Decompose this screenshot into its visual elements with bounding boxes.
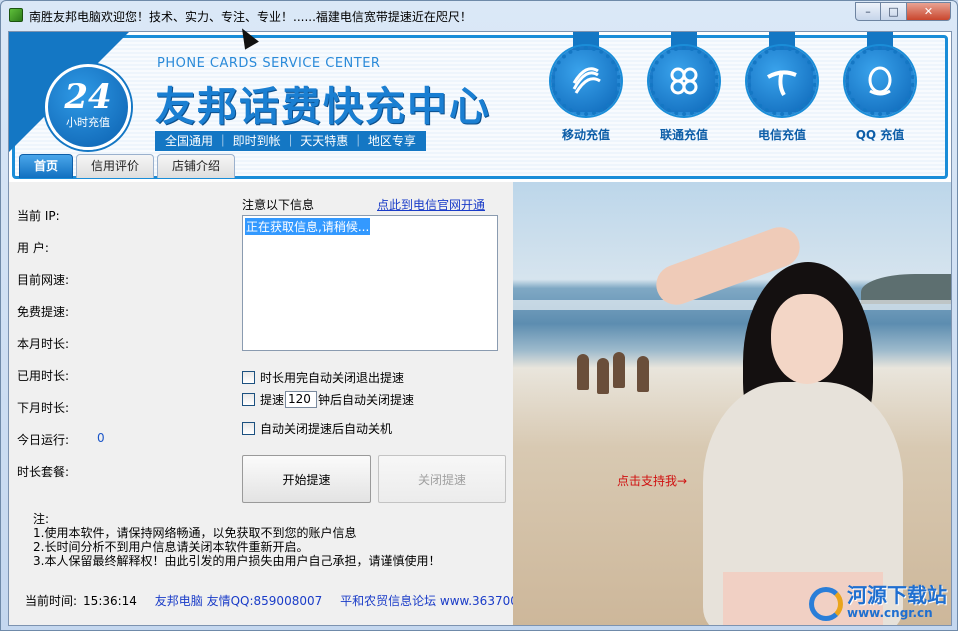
next-month-label: 下月时长: (17, 401, 70, 415)
china-telecom-icon (747, 46, 817, 116)
support-me-link[interactable]: 点击支持我→ (617, 472, 687, 489)
banner-english-subtitle: PHONE CARDS SERVICE CENTER (157, 56, 381, 71)
close-button[interactable]: ✕ (907, 2, 951, 21)
banner-title: 友邦话费快充中心 (155, 84, 491, 130)
stop-speedup-button[interactable]: 关闭提速 (378, 455, 506, 503)
tab-home[interactable]: 首页 (19, 154, 74, 178)
info-textbox[interactable]: 正在获取信息,请稍候... (242, 215, 498, 351)
title-bar[interactable]: 南胜友邦电脑欢迎您！技术、实力、专注、专业！......福建电信宽带提速近在咫尺… (1, 1, 957, 31)
china-mobile-icon (551, 46, 621, 116)
tab-credit-rating[interactable]: 信用评价 (76, 154, 155, 178)
user-label: 用 户: (17, 241, 49, 255)
qq-recharge-ribbon[interactable]: QQ 充值 (841, 32, 919, 152)
auto-quit-label: 时长用完自动关闭退出提速 (260, 371, 405, 385)
unicom-recharge-ribbon[interactable]: 联通充值 (645, 32, 723, 152)
info-text: 正在获取信息,请稍候... (245, 218, 371, 235)
notice-title: 注意以下信息 (242, 198, 315, 212)
window-controls: – □ ✕ (855, 2, 951, 21)
notes-line-2: 2.长时间分析不到用户信息请关闭本软件重新开启。 (33, 540, 309, 554)
auto-shutdown-option[interactable]: 自动关闭提速后自动关机 (242, 420, 392, 437)
notes-title: 注: (33, 512, 50, 526)
qq-recharge-label: QQ 充值 (855, 128, 905, 142)
start-speedup-button[interactable]: 开始提速 (242, 455, 371, 503)
notes-line-1: 1.使用本软件，请保持网络畅通，以免获取不到您的账户信息 (33, 526, 357, 540)
badge-number: 24 (64, 77, 112, 117)
auto-shutdown-label: 自动关闭提速后自动关机 (260, 422, 393, 436)
auto-quit-option[interactable]: 时长用完自动关闭退出提速 (242, 369, 404, 386)
timed-stop-checkbox[interactable] (242, 393, 255, 406)
package-label: 时长套餐: (17, 465, 70, 479)
telecom-recharge-ribbon[interactable]: 电信充值 (743, 32, 821, 152)
window-title: 南胜友邦电脑欢迎您！技术、实力、专注、专业！......福建电信宽带提速近在咫尺… (29, 10, 472, 24)
badge-24-hours: 24 小时充值 (45, 64, 131, 150)
watermark-title: 河源下载站 (847, 583, 947, 607)
banner: 24 小时充值 PHONE CARDS SERVICE CENTER 友邦话费快… (9, 32, 951, 182)
used-duration-label: 已用时长: (17, 369, 70, 383)
watermark-url: www.cngr.cn (847, 606, 933, 620)
photo-wave (513, 300, 951, 310)
telecom-site-link[interactable]: 点此到电信官网开通 (377, 196, 485, 213)
maximize-button[interactable]: □ (881, 2, 907, 21)
watermark-text: 河源下载站 www.cngr.cn (847, 583, 947, 622)
photo-bystander (637, 356, 649, 392)
mobile-recharge-ribbon[interactable]: 移动充值 (547, 32, 625, 152)
auto-shutdown-checkbox[interactable] (242, 422, 255, 435)
mobile-recharge-label: 移动充值 (561, 128, 610, 142)
badge-text: 小时充值 (66, 116, 110, 129)
photo-bystander (613, 352, 625, 388)
today-running-value: 0 (97, 431, 105, 445)
photo-bystander (597, 358, 609, 394)
promo-photo[interactable]: 点击支持我→ 河源下载站 www.cngr.cn (513, 182, 951, 625)
minimize-button[interactable]: – (855, 2, 881, 21)
today-running-label: 今日运行: (17, 433, 70, 447)
timed-stop-prefix: 提速 (260, 393, 285, 407)
notes: 注: 1.使用本软件，请保持网络畅通，以免获取不到您的账户信息 2.长时间分析不… (33, 512, 440, 568)
forum-link[interactable]: 平和农贸信息论坛 www.363700.cn (340, 594, 536, 608)
telecom-recharge-label: 电信充值 (757, 128, 806, 142)
speed-label: 目前网速: (17, 273, 70, 287)
app-icon (9, 8, 23, 22)
tab-shop-intro[interactable]: 店铺介绍 (157, 154, 236, 178)
current-time-label: 当前时间: (25, 594, 78, 608)
qq-icon (845, 46, 915, 116)
month-duration-label: 本月时长: (17, 337, 70, 351)
free-speedup-label: 免费提速: (17, 305, 70, 319)
photo-face (771, 294, 843, 384)
qq-contact-link[interactable]: 友邦电脑 友情QQ:859008007 (155, 594, 322, 608)
timed-stop-option[interactable]: 提速 120 钟后自动关闭提速 (242, 391, 414, 408)
ip-label: 当前 IP: (17, 209, 60, 223)
footer: 当前时间: 15:36:14 友邦电脑 友情QQ:859008007 平和农贸信息… (25, 592, 550, 609)
client-area: 24 小时充值 PHONE CARDS SERVICE CENTER 友邦话费快… (8, 31, 952, 626)
photo-bystander (577, 354, 589, 390)
minutes-input[interactable]: 120 (285, 391, 318, 408)
auto-quit-checkbox[interactable] (242, 371, 255, 384)
banner-tagline: 全国通用 ｜ 即时到帐 ｜ 天天特惠 ｜ 地区专享 (155, 131, 426, 151)
notes-line-3: 3.本人保留最终解释权！由此引发的用户损失由用户自己承担，请谨慎使用！ (33, 554, 441, 568)
tab-bar: 首页 信用评价 店铺介绍 (19, 154, 238, 178)
app-window: 南胜友邦电脑欢迎您！技术、实力、专注、专业！......福建电信宽带提速近在咫尺… (0, 0, 958, 631)
site-watermark: 河源下载站 www.cngr.cn (809, 585, 947, 623)
unicom-recharge-label: 联通充值 (659, 128, 708, 142)
current-time-value: 15:36:14 (83, 594, 137, 608)
timed-stop-suffix: 钟后自动关闭提速 (318, 393, 415, 407)
watermark-logo-icon (809, 587, 843, 621)
china-unicom-icon (649, 46, 719, 116)
